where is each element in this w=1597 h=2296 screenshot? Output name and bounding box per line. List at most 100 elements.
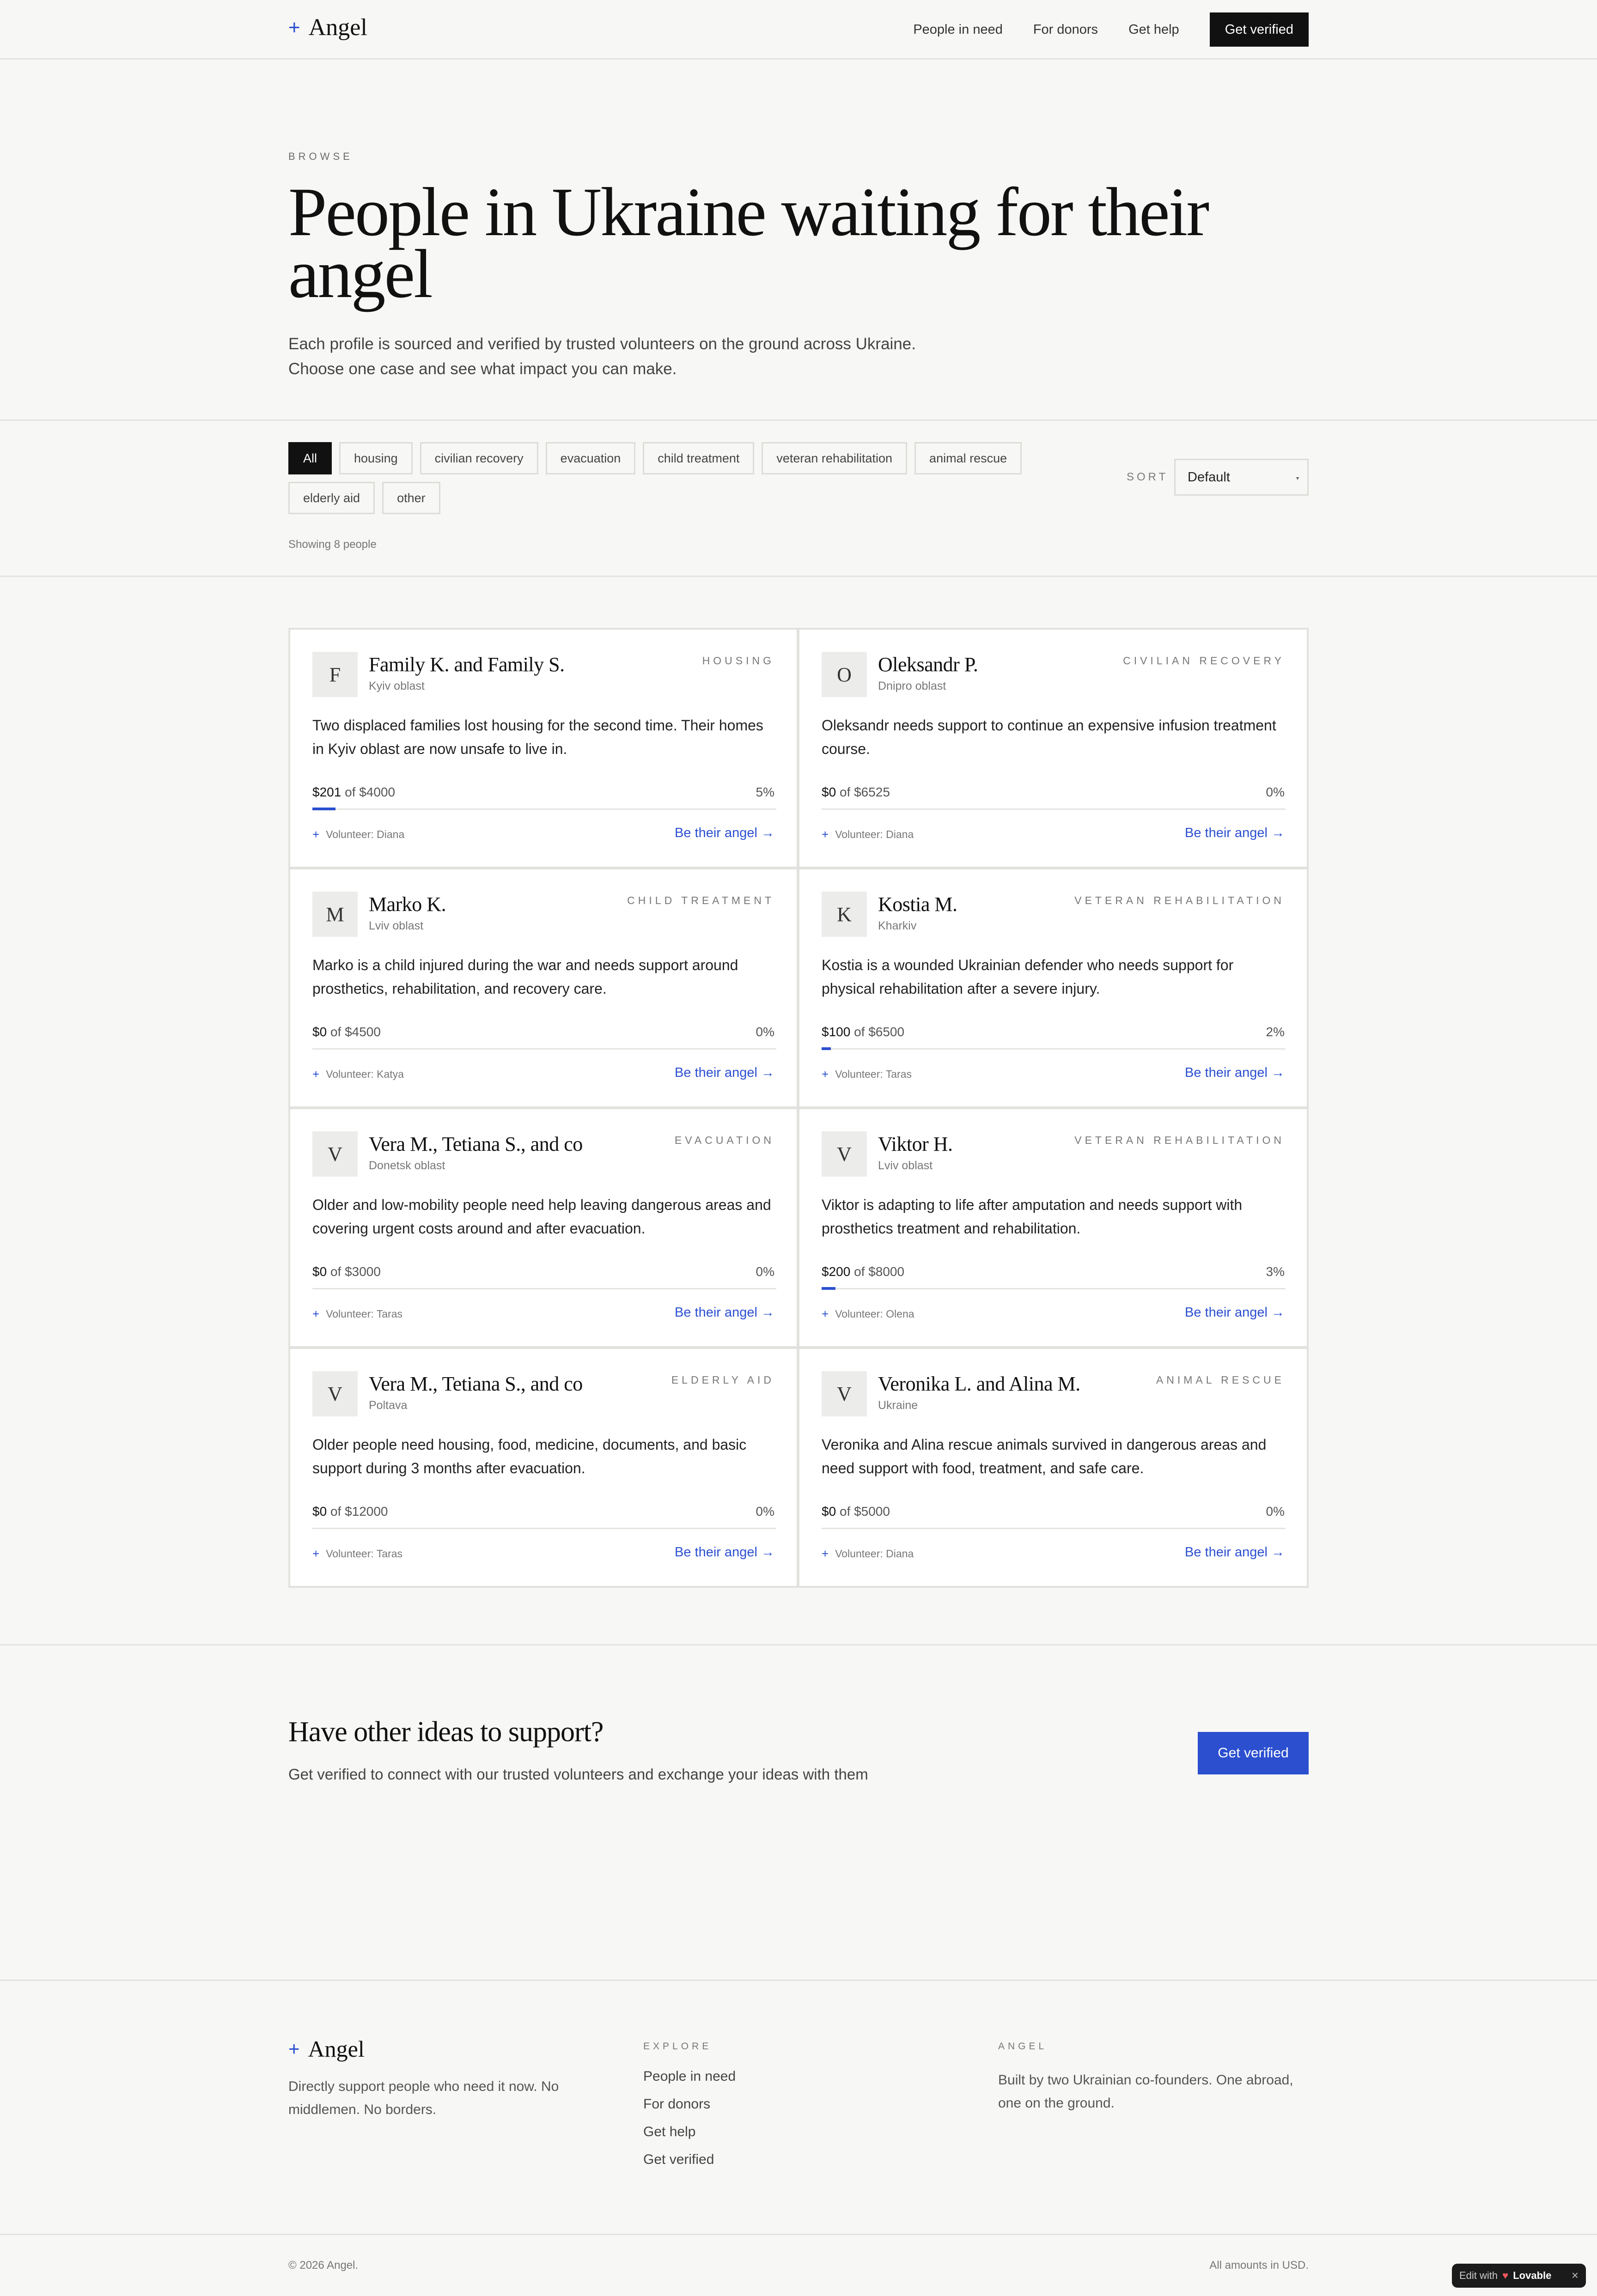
avatar: V xyxy=(312,1371,358,1416)
category-label: Housing xyxy=(702,655,774,667)
sort-select[interactable]: Default ▾ xyxy=(1174,459,1309,496)
progress-bar xyxy=(822,1047,1286,1050)
volunteer-name: Volunteer: Katya xyxy=(326,1068,404,1080)
main-nav: People in need For donors Get help Get v… xyxy=(913,12,1309,47)
close-icon[interactable]: × xyxy=(1572,2268,1579,2283)
person-region: Kyiv oblast xyxy=(369,680,425,692)
person-card[interactable]: O Oleksandr P. Dnipro oblast Civilian re… xyxy=(798,628,1309,869)
person-card[interactable]: V Vera M., Tetiana S., and co Poltava El… xyxy=(288,1347,798,1588)
nav-people-in-need[interactable]: People in need xyxy=(913,22,1003,37)
filter-chip[interactable]: veteran rehabilitation xyxy=(762,442,908,474)
divider xyxy=(0,576,1597,577)
progress-percent: 0% xyxy=(756,1025,774,1039)
amount-raised: $0 of $3000 xyxy=(312,1264,381,1279)
person-region: Kharkiv xyxy=(878,919,917,932)
person-description: Two displaced families lost housing for … xyxy=(312,717,763,757)
people-grid: F Family K. and Family S. Kyiv oblast Ho… xyxy=(288,628,1309,1588)
plus-icon: + xyxy=(288,16,300,39)
be-their-angel-link[interactable]: Be their angel → xyxy=(1185,1545,1285,1560)
category-label: Civilian recovery xyxy=(1123,655,1285,667)
plus-icon: + xyxy=(312,1307,320,1321)
person-description: Oleksandr needs support to continue an e… xyxy=(822,717,1276,757)
volunteer-info: + Volunteer: Diana xyxy=(312,827,404,842)
person-name: Marko K. xyxy=(369,893,446,916)
currency-note: All amounts in USD. xyxy=(1209,2259,1309,2272)
footer-link-get-help[interactable]: Get help xyxy=(643,2124,736,2140)
person-region: Lviv oblast xyxy=(369,919,424,932)
volunteer-name: Volunteer: Taras xyxy=(326,1548,402,1560)
volunteer-name: Volunteer: Diana xyxy=(835,828,914,840)
progress-fill xyxy=(822,1047,831,1050)
progress-bar xyxy=(312,1288,776,1289)
filter-chip[interactable]: housing xyxy=(339,442,413,474)
progress-bar xyxy=(312,1528,776,1529)
filter-chip[interactable]: All xyxy=(288,442,332,474)
person-name: Vera M., Tetiana S., and co xyxy=(369,1373,583,1395)
amount-raised: $201 of $4000 xyxy=(312,785,395,800)
person-description: Viktor is adapting to life after amputat… xyxy=(822,1197,1243,1237)
be-their-angel-link[interactable]: Be their angel → xyxy=(1185,1305,1285,1320)
filter-chip[interactable]: other xyxy=(382,482,440,514)
person-description: Older people need housing, food, medicin… xyxy=(312,1436,747,1476)
filter-chip[interactable]: elderly aid xyxy=(288,482,375,514)
page-subtitle: Each profile is sourced and verified by … xyxy=(288,332,981,382)
filter-chip[interactable]: evacuation xyxy=(545,442,636,474)
avatar: O xyxy=(822,652,867,697)
nav-get-help[interactable]: Get help xyxy=(1128,22,1179,37)
nav-for-donors[interactable]: For donors xyxy=(1033,22,1098,37)
logo[interactable]: + Angel xyxy=(288,14,367,41)
footer-link-people-in-need[interactable]: People in need xyxy=(643,2069,736,2084)
be-their-angel-link[interactable]: Be their angel → xyxy=(675,1305,774,1320)
footer-link-get-verified[interactable]: Get verified xyxy=(643,2152,736,2168)
category-filters: All housing civilian recovery evacuation chi… xyxy=(288,442,1055,514)
progress-fill xyxy=(822,1287,836,1290)
sort-label: SORT xyxy=(1127,471,1169,483)
volunteer-name: Volunteer: Taras xyxy=(326,1308,402,1320)
footer-link-for-donors[interactable]: For donors xyxy=(643,2096,736,2112)
plus-icon: + xyxy=(312,1067,320,1081)
amount-raised: $0 of $5000 xyxy=(822,1504,890,1519)
footer-explore: EXPLORE People in need For donors Get he… xyxy=(643,2041,736,2180)
person-card[interactable]: F Family K. and Family S. Kyiv oblast Ho… xyxy=(288,628,798,869)
cta-get-verified-button[interactable]: Get verified xyxy=(1198,1732,1309,1774)
badge-prefix: Edit with xyxy=(1459,2270,1498,2281)
progress-percent: 2% xyxy=(1266,1025,1285,1039)
edit-with-lovable-badge[interactable]: Edit with ♥ Lovable × xyxy=(1452,2264,1586,2288)
volunteer-name: Volunteer: Diana xyxy=(326,828,405,840)
footer-logo[interactable]: + Angel xyxy=(288,2035,365,2062)
person-card[interactable]: M Marko K. Lviv oblast Child treatment M… xyxy=(288,868,798,1108)
person-card[interactable]: V Viktor H. Lviv oblast Veteran rehabili… xyxy=(798,1107,1309,1348)
person-description: Kostia is a wounded Ukrainian defender w… xyxy=(822,957,1234,997)
person-card[interactable]: V Vera M., Tetiana S., and co Donetsk ob… xyxy=(288,1107,798,1348)
be-their-angel-link[interactable]: Be their angel → xyxy=(1185,1065,1285,1081)
person-name: Viktor H. xyxy=(878,1133,953,1155)
goal-value: of $6500 xyxy=(854,1025,905,1039)
category-label: Elderly aid xyxy=(671,1374,774,1386)
volunteer-info: + Volunteer: Diana xyxy=(822,1547,914,1561)
raised-value: $201 xyxy=(312,785,341,799)
person-card[interactable]: K Kostia M. Kharkiv Veteran rehabilitati… xyxy=(798,868,1309,1108)
be-their-angel-link[interactable]: Be their angel → xyxy=(675,826,774,841)
plus-icon: + xyxy=(312,1547,320,1561)
volunteer-info: + Volunteer: Katya xyxy=(312,1067,404,1081)
person-card[interactable]: V Veronika L. and Alina M. Ukraine Anima… xyxy=(798,1347,1309,1588)
results-count: Showing 8 people xyxy=(288,538,377,551)
goal-value: of $6525 xyxy=(839,785,890,799)
logo-text: Angel xyxy=(308,14,367,41)
goal-value: of $3000 xyxy=(330,1264,381,1279)
filter-chip[interactable]: animal rescue xyxy=(914,442,1022,474)
raised-value: $0 xyxy=(822,785,836,799)
progress-bar xyxy=(312,1048,776,1050)
filter-chip[interactable]: civilian recovery xyxy=(420,442,538,474)
avatar: F xyxy=(312,652,358,697)
be-their-angel-link[interactable]: Be their angel → xyxy=(675,1545,774,1560)
person-name: Kostia M. xyxy=(878,893,957,916)
person-region: Lviv oblast xyxy=(878,1159,933,1172)
plus-icon: + xyxy=(822,827,829,841)
get-verified-button[interactable]: Get verified xyxy=(1209,12,1309,47)
be-their-angel-link[interactable]: Be their angel → xyxy=(1185,826,1285,841)
plus-icon: + xyxy=(822,1067,829,1081)
be-their-angel-link[interactable]: Be their angel → xyxy=(675,1065,774,1081)
filter-chip[interactable]: child treatment xyxy=(643,442,755,474)
angel-heading: ANGEL xyxy=(998,2041,1048,2052)
